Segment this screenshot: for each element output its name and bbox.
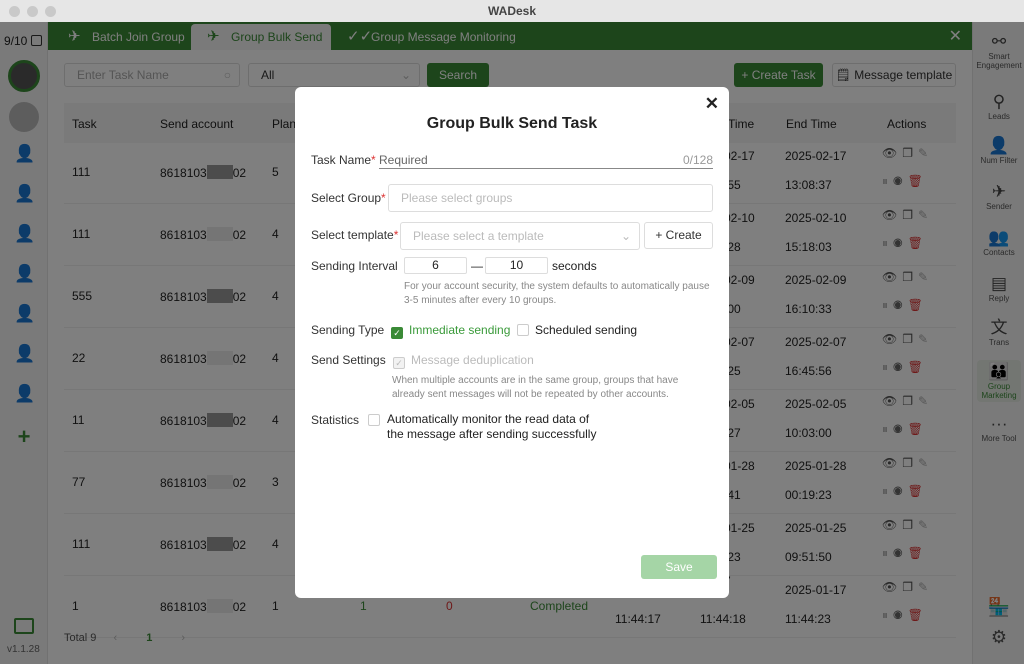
immediate-sending-checkbox[interactable]: ✓ Immediate sending [391,323,510,339]
checkbox-box [517,324,529,336]
chevron-down-icon: ⌄ [620,229,631,243]
statistics-option: Automatically monitor the read data of t… [387,412,597,441]
create-template-button[interactable]: + Create [644,222,713,249]
send-settings-label: Send Settings [311,353,386,367]
close-window-button[interactable] [9,6,20,17]
select-group-input[interactable]: Please select groups [388,184,713,212]
statistics-checkbox[interactable] [368,414,380,426]
sending-type-label: Sending Type [311,323,385,337]
statistics-label: Statistics [311,413,360,427]
select-group-label: Select Group* [311,191,386,205]
dialog-title: Group Bulk Send Task [426,115,598,132]
interval-unit: seconds [552,259,597,273]
interval-separator: — [471,259,483,273]
window-controls[interactable] [9,6,56,17]
window-title: WADesk [487,4,537,18]
message-deduplication-checkbox: ✓ Message deduplication [393,353,534,369]
zoom-window-button[interactable] [45,6,56,17]
task-name-input[interactable]: Required 0/128 [379,151,713,169]
interval-hint: For your account security, the system de… [404,281,710,306]
interval-min-input[interactable]: 6 [404,257,467,274]
select-template-dropdown[interactable]: Please select a template ⌄ [400,222,640,250]
close-dialog-button[interactable]: ✕ [705,94,719,114]
dedup-hint: When multiple accounts are in the same g… [392,375,679,400]
check-icon: ✓ [391,327,403,339]
scheduled-sending-checkbox[interactable]: Scheduled sending [517,323,637,337]
check-icon: ✓ [393,357,405,369]
save-button[interactable]: Save [641,555,717,579]
task-name-label: Task Name* [311,153,376,167]
minimize-window-button[interactable] [27,6,38,17]
char-count: 0/128 [682,153,713,167]
group-bulk-send-dialog: Group Bulk Send Task ✕ Task Name* Requir… [295,87,729,598]
interval-max-input[interactable]: 10 [485,257,548,274]
sending-interval-label: Sending Interval [311,259,398,273]
select-template-label: Select template* [311,228,399,242]
title-bar: WADesk [0,0,1024,22]
